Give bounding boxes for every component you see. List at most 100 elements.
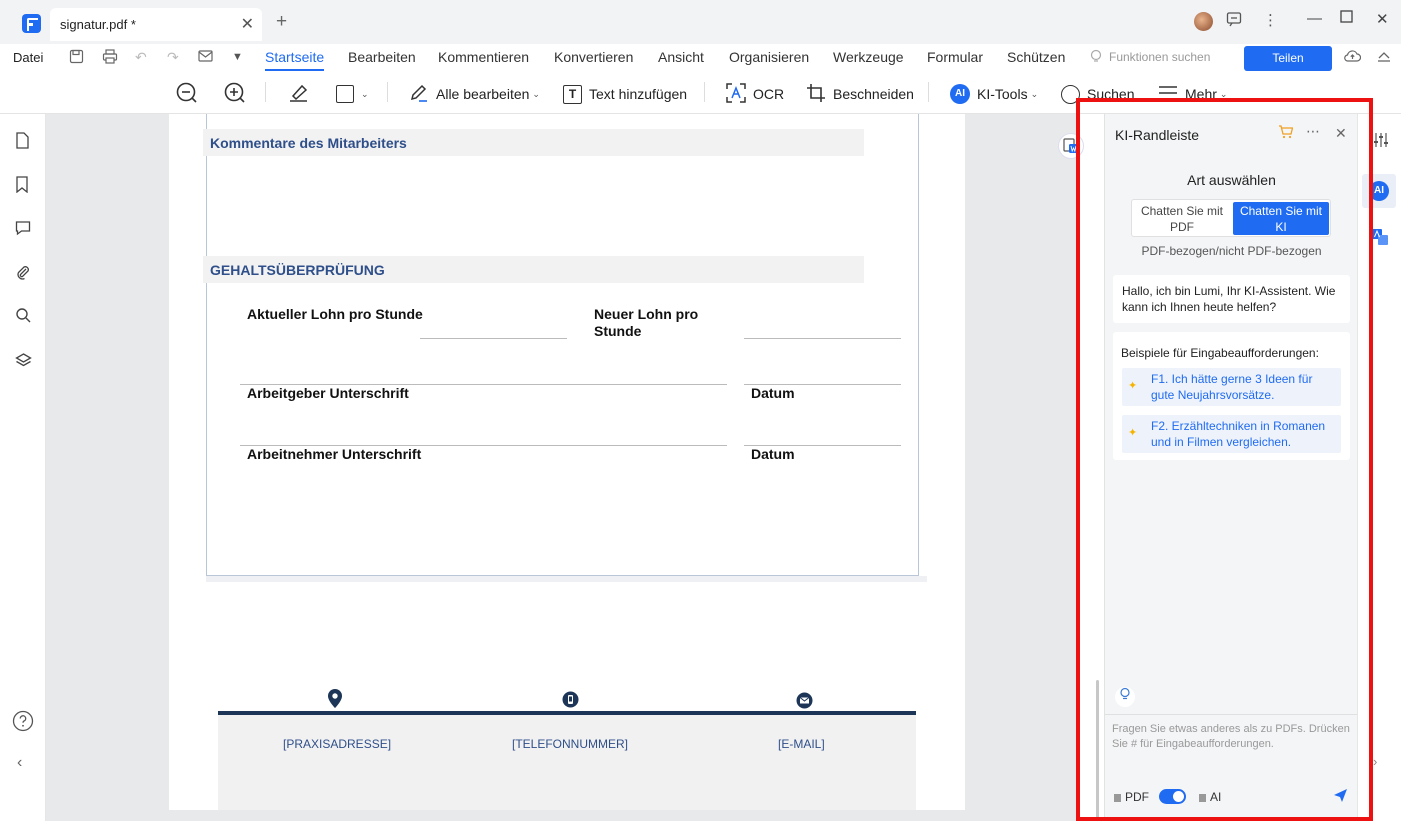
toolbar: ⌄ Alle bearbeiten ⌄ T Text hinzufügen OC… — [0, 74, 1401, 114]
new-wage-line[interactable] — [744, 338, 901, 339]
ocr-label: OCR — [753, 86, 785, 102]
page-thumbnail-icon[interactable] — [15, 132, 30, 154]
tab-startseite[interactable]: Startseite — [265, 49, 325, 71]
settings-sliders-icon[interactable] — [1373, 132, 1389, 151]
tab-bearbeiten[interactable]: Bearbeiten — [348, 49, 416, 65]
prompt-example-2[interactable]: ✦ F2. Erzähltechniken in Romanen und in … — [1122, 415, 1341, 453]
current-wage-label: Aktueller Lohn pro Stunde — [247, 306, 423, 322]
canvas-scrollbar[interactable] — [1096, 680, 1099, 820]
prompt-suggestion-icon[interactable] — [1115, 687, 1135, 707]
section-title-salary: GEHALTSÜBERPRÜFUNG — [210, 262, 385, 278]
lightbulb-icon — [1089, 49, 1103, 67]
crop-label: Beschneiden — [833, 86, 914, 102]
quick-access-dropdown-icon[interactable]: ▼ — [232, 51, 243, 63]
ai-tools-button[interactable]: AI KI-Tools ⌄ — [950, 80, 1038, 108]
toolbar-divider — [265, 82, 266, 102]
rectangle-icon — [336, 85, 354, 103]
footer-phone: [TELEFONNUMMER] — [512, 737, 629, 751]
more-horizontal-icon[interactable]: ⋯ — [1306, 123, 1320, 140]
pdf-ai-toggle[interactable] — [1159, 789, 1186, 804]
cart-icon[interactable] — [1278, 125, 1294, 142]
chat-input[interactable]: Fragen Sie etwas anderes als zu PDFs. Dr… — [1112, 722, 1350, 752]
avatar[interactable] — [1194, 12, 1213, 31]
comment-icon[interactable] — [15, 220, 31, 241]
document-tab[interactable]: signatur.pdf * ✕ — [50, 8, 262, 41]
new-tab-icon[interactable]: + — [276, 11, 287, 33]
document-canvas[interactable]: Kommentare des Mitarbeiters GEHALTSÜBERP… — [46, 114, 1076, 821]
crop-icon — [806, 83, 826, 106]
search-label: Suchen — [1087, 86, 1135, 102]
highlight-button[interactable] — [288, 80, 316, 108]
edit-all-button[interactable]: Alle bearbeiten ⌄ — [409, 80, 540, 108]
print-icon[interactable] — [102, 49, 118, 67]
ai-tools-label: KI-Tools — [977, 86, 1028, 102]
menu-bar: Datei ↶ ↷ ▼ Startseite Bearbeiten Kommen… — [0, 44, 1401, 74]
tab-konvertieren[interactable]: Konvertieren — [554, 49, 633, 65]
close-tab-icon[interactable]: ✕ — [241, 14, 254, 34]
chat-with-pdf-button[interactable]: Chatten Sie mit PDF — [1134, 202, 1230, 235]
zoom-in-button[interactable] — [224, 80, 252, 108]
mail-icon[interactable] — [198, 49, 213, 65]
pdf-mode-icon — [1114, 794, 1121, 802]
layers-icon[interactable] — [15, 352, 32, 373]
prompt-example-text: F1. Ich hätte gerne 3 Ideen für gute Neu… — [1151, 372, 1313, 402]
share-button[interactable]: Teilen — [1244, 46, 1332, 71]
help-icon[interactable] — [12, 710, 34, 737]
close-panel-icon[interactable]: ✕ — [1335, 125, 1347, 142]
maximize-icon[interactable] — [1340, 10, 1353, 27]
tab-kommentieren[interactable]: Kommentieren — [438, 49, 529, 65]
zoom-out-button[interactable] — [176, 80, 204, 108]
tab-formular[interactable]: Formular — [927, 49, 983, 65]
employee-signature-label: Arbeitnehmer Unterschrift — [247, 446, 422, 462]
chevron-right-icon[interactable]: › — [1373, 754, 1377, 769]
collapse-sidebar-icon[interactable]: ‹ — [17, 754, 22, 772]
toggle-label-ai: AI — [1199, 790, 1221, 804]
feedback-icon[interactable] — [1226, 11, 1242, 31]
toolbar-divider — [387, 82, 388, 102]
text-box-icon: T — [563, 84, 582, 104]
document-tab-name: signatur.pdf * — [60, 17, 136, 32]
save-icon[interactable] — [69, 49, 84, 67]
tab-werkzeuge[interactable]: Werkzeuge — [833, 49, 904, 65]
crop-button[interactable]: Beschneiden — [806, 80, 914, 108]
examples-title: Beispiele für Eingabeaufforderungen: — [1121, 346, 1319, 360]
toggle-label-pdf: PDF — [1114, 790, 1149, 804]
mode-select-title: Art auswählen — [1187, 172, 1276, 188]
email-icon — [796, 692, 813, 712]
form-shadow — [206, 576, 927, 582]
ocr-button[interactable]: OCR — [726, 80, 784, 108]
mode-subtitle: PDF-bezogen/nicht PDF-bezogen — [1141, 244, 1322, 258]
search-button[interactable]: Suchen — [1061, 80, 1134, 108]
undo-icon[interactable]: ↶ — [135, 49, 147, 66]
tab-ansicht[interactable]: Ansicht — [658, 49, 704, 65]
prompt-example-1[interactable]: ✦ F1. Ich hätte gerne 3 Ideen für gute N… — [1122, 368, 1341, 406]
translate-icon[interactable] — [1370, 227, 1390, 250]
more-button[interactable]: Mehr ⌄ — [1158, 80, 1227, 108]
sparkle-icon: ✦ — [1128, 380, 1138, 392]
more-vertical-icon[interactable]: ⋮ — [1263, 11, 1278, 29]
section-header-salary: GEHALTSÜBERPRÜFUNG — [203, 256, 864, 283]
app-logo-icon — [22, 14, 41, 33]
window-close-icon[interactable]: ✕ — [1376, 10, 1389, 28]
convert-to-word-icon[interactable] — [1058, 133, 1084, 159]
ai-sidebar-toggle[interactable]: AI — [1362, 174, 1396, 208]
pdf-page[interactable]: Kommentare des Mitarbeiters GEHALTSÜBERP… — [169, 114, 965, 810]
send-icon[interactable] — [1333, 788, 1348, 807]
search-icon[interactable] — [15, 307, 31, 328]
collapse-ribbon-icon[interactable] — [1377, 49, 1391, 65]
chat-with-ai-button[interactable]: Chatten Sie mit KI — [1233, 202, 1329, 235]
minimize-icon[interactable]: — — [1307, 10, 1322, 27]
toolbar-divider — [928, 82, 929, 102]
feature-search[interactable]: Funktionen suchen — [1109, 50, 1210, 64]
ai-panel-title: KI-Randleiste — [1115, 127, 1200, 143]
menu-file[interactable]: Datei — [13, 50, 43, 65]
shape-button[interactable]: ⌄ — [336, 80, 369, 108]
tab-schuetzen[interactable]: Schützen — [1007, 49, 1065, 65]
tab-organisieren[interactable]: Organisieren — [729, 49, 809, 65]
cloud-upload-icon[interactable] — [1344, 49, 1362, 66]
current-wage-line[interactable] — [420, 338, 567, 339]
redo-icon[interactable]: ↷ — [167, 49, 179, 66]
bookmark-icon[interactable] — [15, 176, 29, 198]
attachment-icon[interactable] — [15, 264, 31, 285]
add-text-button[interactable]: T Text hinzufügen — [563, 80, 687, 108]
